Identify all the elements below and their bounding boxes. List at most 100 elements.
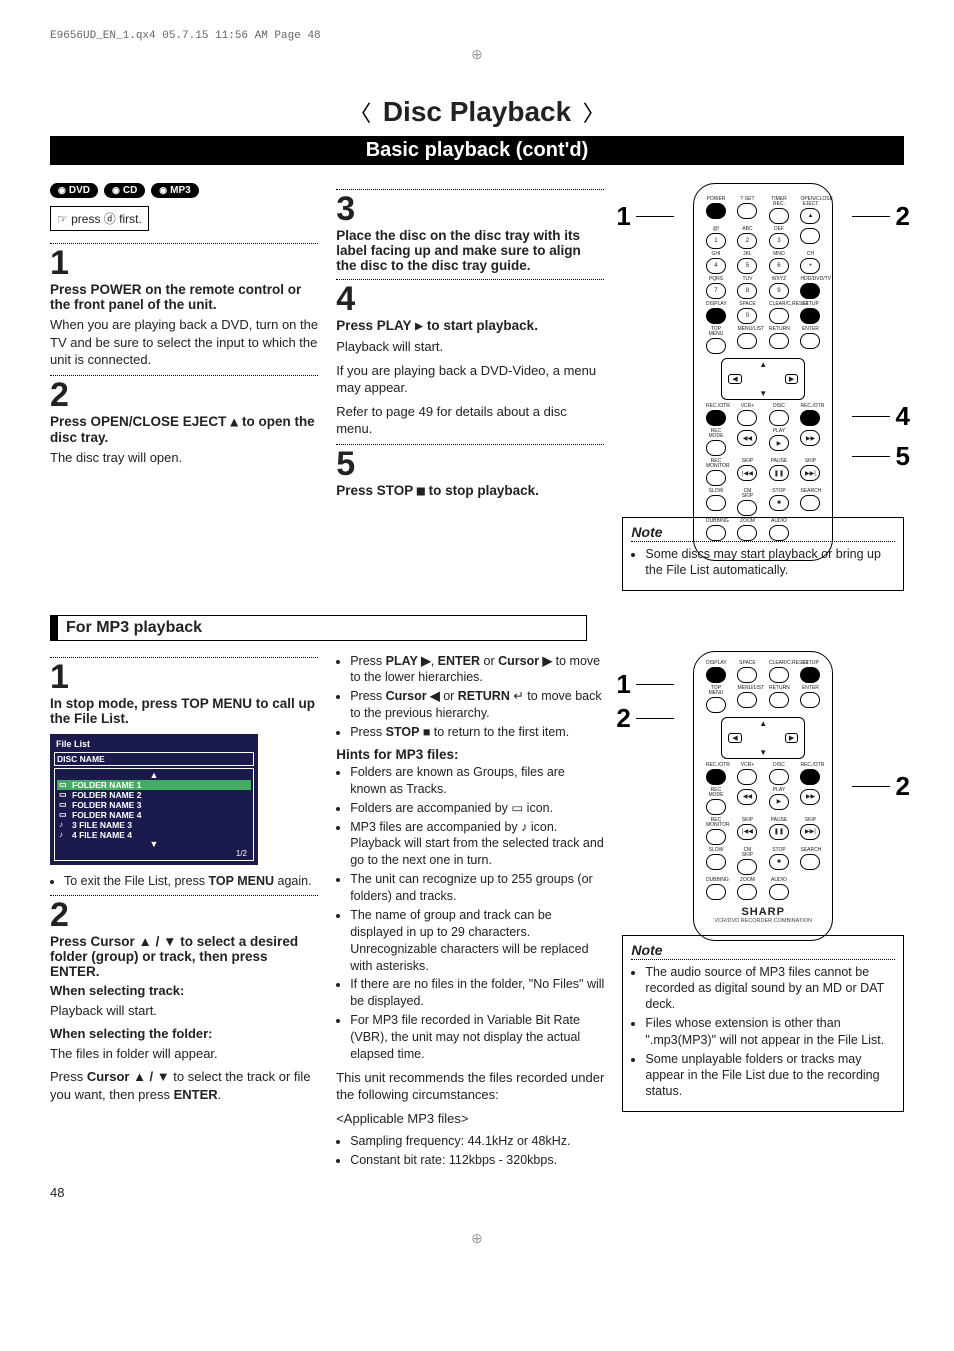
badge-dvd: DVD	[50, 183, 98, 198]
cursor-right-icon: ▶	[785, 374, 798, 384]
remote-recmonitor-button	[706, 470, 726, 486]
remote-3-button: 3	[769, 233, 789, 249]
mp3-hint-6: If there are no files in the folder, "No…	[350, 976, 604, 1010]
remote-7-button: 7	[706, 283, 726, 299]
remote-vcrplus-button	[737, 410, 757, 426]
remote-subbrand: VCR/DVD RECORDER COMBINATION	[700, 918, 826, 924]
remote-display-button	[706, 308, 726, 324]
badge-cd: CD	[104, 183, 145, 198]
crop-mark-top	[50, 46, 904, 66]
title-banner: 〈 Disc Playback 〉	[50, 96, 904, 128]
callout-mp3-2a: 2	[616, 703, 630, 734]
remote-4-button: 4	[706, 258, 726, 274]
cursor-down-icon: ▼	[759, 389, 767, 398]
note-box-bottom: Note The audio source of MP3 files canno…	[622, 935, 904, 1112]
mp3-nav-hint-3: Press STOP ■ to return to the first item…	[350, 724, 604, 741]
badge-mp3: MP3	[151, 183, 198, 198]
remote-audio-button	[769, 525, 789, 541]
callout-line	[852, 786, 890, 787]
step-4-heading: Press PLAY ▶ to start playback.	[336, 318, 604, 334]
mp3-step-2-sub2-body1: The files in folder will appear.	[50, 1045, 318, 1063]
mp3-hint-5: The name of group and track can be displ…	[350, 907, 604, 975]
music-file-icon: ♪	[59, 820, 69, 829]
mp3-hint-4: The unit can recognize up to 255 groups …	[350, 871, 604, 905]
remote-navpad: ▲ ▼ ◀ ▶	[721, 358, 805, 400]
remote-setup-button	[800, 308, 820, 324]
mp3-step-2-sub2: When selecting the folder:	[50, 1026, 318, 1041]
separator	[50, 895, 318, 896]
remote-recmode-button	[706, 440, 726, 456]
remote-pause-button: ❚❚	[769, 465, 789, 481]
mp3-rec-applicable: <Applicable MP3 files>	[336, 1110, 604, 1128]
folder-icon: ▭	[59, 800, 69, 809]
remote-tset-button	[737, 203, 757, 219]
remote-rec-otr2-button	[800, 410, 820, 426]
crop-mark-bottom: ⊕	[50, 1230, 904, 1247]
hand-icon: ☞	[57, 212, 68, 226]
file-list-item: ▭FOLDER NAME 1	[57, 780, 251, 790]
mp3-hint-1: Folders are known as Groups, files are k…	[350, 764, 604, 798]
callout-mp3-2b: 2	[896, 771, 910, 802]
remote-ch-up-button: +	[800, 258, 820, 274]
remote-slow-button	[706, 495, 726, 511]
note-item: Some unplayable folders or tracks may ap…	[645, 1051, 895, 1100]
eject-icon: ▲	[230, 414, 238, 430]
hints-heading: Hints for MP3 files:	[336, 747, 604, 762]
step-1-number: 1	[50, 246, 318, 280]
remote-skip-back-button: |◀◀	[737, 465, 757, 481]
remote-6-button: 6	[769, 258, 789, 274]
mp3-step-2-sub1: When selecting track:	[50, 983, 318, 998]
remote-menulist-button	[737, 333, 757, 349]
mp3-hint-3: MP3 files are accompanied by ♪ icon. Pla…	[350, 819, 604, 870]
step-4-body-3: Refer to page 49 for details about a dis…	[336, 403, 604, 438]
callout-4: 4	[896, 401, 910, 432]
remote-2-button: 2	[737, 233, 757, 249]
callout-5: 5	[896, 441, 910, 472]
remote-power-button	[706, 203, 726, 219]
remote-satlink-button	[800, 228, 820, 244]
file-list-title: File List	[54, 738, 254, 750]
step-3-heading: Place the disc on the disc tray with its…	[336, 228, 604, 273]
mp3-nav-hint-1: Press PLAY ▶, ENTER or Cursor ▶ to move …	[350, 653, 604, 687]
remote-0-button: 0	[737, 308, 757, 324]
callout-line	[636, 718, 674, 719]
mp3-rec-1: Sampling frequency: 44.1kHz or 48kHz.	[350, 1133, 604, 1150]
folder-icon: ▭	[59, 790, 69, 799]
mp3-step-2-number: 2	[50, 898, 318, 932]
remote-diagram-top: POWER T-SET TIMER REC. OPEN/CLOSE EJECT▲…	[693, 183, 833, 561]
file-list-page-indicator: 1/2	[57, 849, 251, 858]
mp3-step-1-number: 1	[50, 660, 318, 694]
remote-5-button: 5	[737, 258, 757, 274]
mp3-step-2-sub2-body2: Press Cursor ▲ / ▼ to select the track o…	[50, 1068, 318, 1103]
file-list-item: ♪4 FILE NAME 4	[57, 830, 251, 840]
remote-search-button	[800, 495, 820, 511]
press-dvd-first-note: ☞ press ⓓ first.	[50, 206, 149, 231]
remote-rev-button: ◀◀	[737, 430, 757, 446]
play-icon: ▶	[415, 318, 423, 334]
note-item: Files whose extension is other than ".mp…	[645, 1015, 895, 1048]
callout-line	[852, 416, 890, 417]
separator	[50, 243, 318, 244]
mp3-step-2-heading: Press Cursor ▲ / ▼ to select a desired f…	[50, 934, 318, 979]
step-2-body: The disc tray will open.	[50, 449, 318, 467]
file-list-item-label: FOLDER NAME 4	[72, 810, 141, 820]
file-list-item-label: FOLDER NAME 2	[72, 790, 141, 800]
remote-skip-fwd-button: ▶▶|	[800, 465, 820, 481]
step-1-body: When you are playing back a DVD, turn on…	[50, 316, 318, 369]
separator	[50, 657, 318, 658]
remote-cmskip-button	[737, 500, 757, 516]
mp3-rec-2: Constant bit rate: 112kbps - 320kbps.	[350, 1152, 604, 1169]
cursor-up-icon: ▲	[759, 360, 767, 369]
callout-line	[852, 456, 890, 457]
note-title: Note	[631, 942, 895, 958]
file-list-item-label: FOLDER NAME 1	[72, 780, 141, 790]
separator	[50, 375, 318, 376]
step-2-heading: Press OPEN/CLOSE EJECT ▲ to open the dis…	[50, 414, 318, 445]
file-list-item: ▭FOLDER NAME 4	[57, 810, 251, 820]
mp3-rec-intro: This unit recommends the files recorded …	[336, 1069, 604, 1104]
step-1-heading: Press POWER on the remote control or the…	[50, 282, 318, 312]
step-3-number: 3	[336, 192, 604, 226]
remote-dubbing-button	[706, 525, 726, 541]
remote-hdddvdtv-button	[800, 283, 820, 299]
file-list-down-arrow-icon: ▼	[57, 840, 251, 849]
